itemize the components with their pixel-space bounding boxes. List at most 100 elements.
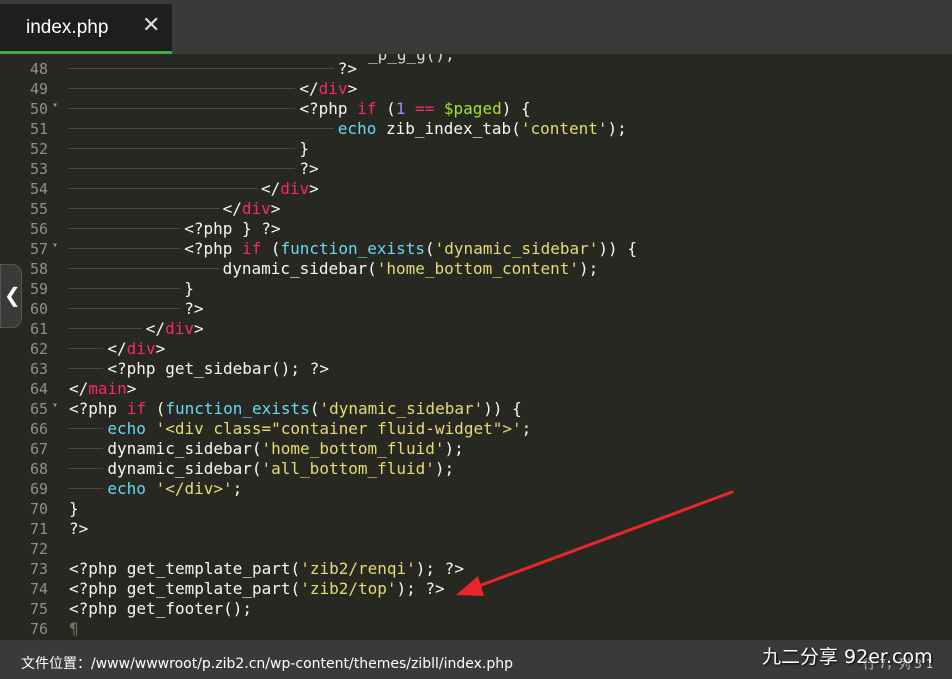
code-token: >	[270, 199, 281, 218]
code-token: ); ?>	[415, 559, 464, 578]
code-text: }	[69, 499, 79, 519]
code-token: );	[444, 439, 464, 458]
line-number: 52	[29, 140, 48, 158]
code-line[interactable]: 72	[0, 539, 952, 559]
code-line[interactable]: 52}	[0, 139, 952, 159]
code-token: 1	[395, 99, 406, 118]
close-icon[interactable]: ✕	[142, 13, 160, 38]
code-token: echo	[337, 119, 377, 138]
code-line[interactable]: 53 ?>	[0, 159, 952, 179]
code-line[interactable]: 69 echo '</div>';	[0, 479, 952, 499]
code-line[interactable]: 74 <?php get_template_part('zib2/top'); ?…	[0, 579, 952, 599]
code-token: 'home_bottom_content'	[376, 259, 580, 278]
tab-title[interactable]: index.php	[26, 17, 108, 39]
code-line[interactable]: 68 dynamic_sidebar('all_bottom_fluid');	[0, 459, 952, 479]
indent-marker	[69, 268, 219, 269]
code-token: ) {	[501, 99, 531, 118]
indent-marker	[69, 448, 104, 449]
code-text: ?>	[69, 519, 88, 539]
code-line[interactable]: 67 dynamic_sidebar('home_bottom_fluid');	[0, 439, 952, 459]
code-line[interactable]: 63 <?php get_sidebar(); ?>	[0, 359, 952, 379]
indent-marker	[69, 328, 142, 329]
code-line[interactable]: 59}	[0, 279, 952, 299]
tab-index-php[interactable]: index.php ✕	[0, 4, 172, 54]
code-line[interactable]: 56 <?php } ?>	[0, 219, 952, 239]
code-token: dynamic_sidebar(	[222, 259, 377, 278]
line-number: 62	[29, 340, 48, 358]
code-token: div	[318, 79, 348, 98]
line-number: 65	[29, 400, 48, 418]
code-line[interactable]: 61 </div>	[0, 319, 952, 339]
indent-marker	[69, 108, 296, 109]
code-line[interactable]: 64 </main>	[0, 379, 952, 399]
line-number: 55	[29, 200, 48, 218]
code-token: '<div class="container fluid-widget">'	[155, 419, 522, 438]
code-line[interactable]: 49 </div>	[0, 79, 952, 99]
code-token: );	[607, 119, 627, 138]
indent-marker	[69, 468, 104, 469]
code-token: }	[69, 499, 79, 518]
code-text: ?>	[299, 159, 318, 179]
code-line[interactable]: 57 ▾ <?php if (function_exists('dynamic_si…	[0, 239, 952, 259]
code-line[interactable]: 66 echo '<div class="container fluid-widg…	[0, 419, 952, 439]
code-token: echo	[107, 479, 146, 498]
code-text: <?php get_sidebar(); ?>	[107, 359, 329, 379]
code-text: <?php get_footer();	[69, 599, 252, 619]
indent-marker	[69, 488, 104, 489]
code-token: </	[145, 319, 166, 338]
code-text: dynamic_sidebar('home_bottom_fluid');	[107, 439, 463, 459]
code-token: (	[376, 99, 396, 118]
code-text: echo '</div>';	[107, 479, 242, 499]
code-line[interactable]: 58 dynamic_sidebar('home_bottom_content')…	[0, 259, 952, 279]
code-token: echo	[107, 419, 146, 438]
indent-marker	[69, 88, 296, 89]
fold-marker-icon[interactable]: ▾	[52, 240, 58, 251]
code-token: <?php } ?>	[184, 219, 281, 238]
code-text: echo '<div class="container fluid-widget…	[107, 419, 531, 439]
code-line[interactable]: 54 </div>	[0, 179, 952, 199]
code-line[interactable]: 62 </div>	[0, 339, 952, 359]
code-line[interactable]: 73 <?php get_template_part('zib2/renqi');…	[0, 559, 952, 579]
code-token: div	[241, 199, 271, 218]
code-line[interactable]: 50 ▾ <?php if (1 == $paged) {	[0, 99, 952, 119]
indent-marker	[69, 348, 104, 349]
line-number: 75	[29, 600, 48, 618]
code-token: </	[261, 179, 281, 198]
code-token: $paged	[443, 99, 502, 118]
line-number: 70	[29, 500, 48, 518]
code-editor[interactable]: _p_g_g(); 48 ?> 49 </div> 50 ▾ <?php if (1 == …	[0, 54, 952, 640]
code-text: }	[299, 139, 309, 159]
code-token: 'home_bottom_fluid'	[261, 439, 445, 458]
code-token: <?php	[299, 99, 358, 118]
code-line[interactable]: 51 echo zib_index_tab('content');	[0, 119, 952, 139]
code-line[interactable]: 71 ?>	[0, 519, 952, 539]
code-line[interactable]: 70}	[0, 499, 952, 519]
code-token: ;	[521, 419, 532, 438]
code-token: 'all_bottom_fluid'	[261, 459, 435, 478]
code-token: >	[126, 379, 137, 398]
line-number: 53	[29, 160, 48, 178]
code-line[interactable]: 75 <?php get_footer();	[0, 599, 952, 619]
code-token: ?>	[299, 159, 319, 178]
code-line[interactable]: 60 ?>	[0, 299, 952, 319]
code-token: zib_index_tab(	[376, 119, 521, 138]
code-token: }	[184, 279, 194, 298]
fold-marker-icon[interactable]: ▾	[52, 400, 58, 411]
code-text: </div>	[223, 199, 281, 219]
code-token: (	[261, 239, 281, 258]
code-token: );	[579, 259, 599, 278]
code-line[interactable]: 65 ▾ <?php if (function_exists('dynamic_si…	[0, 399, 952, 419]
code-token: ¶	[69, 619, 79, 638]
sidebar-toggle-button[interactable]: ❮	[0, 264, 22, 328]
code-line[interactable]: 55 </div>	[0, 199, 952, 219]
fold-marker-icon[interactable]: ▾	[52, 100, 58, 111]
code-text: <?php if (function_exists('dynamic_sideb…	[69, 399, 522, 419]
code-token: 'content'	[520, 119, 608, 138]
code-line[interactable]: 48 ?>	[0, 59, 952, 79]
indent-marker	[69, 208, 219, 209]
code-token: <?php	[184, 239, 242, 258]
code-token: >	[309, 179, 319, 198]
code-text: dynamic_sidebar('home_bottom_content');	[223, 259, 599, 279]
code-line[interactable]: 76 ¶	[0, 619, 952, 639]
